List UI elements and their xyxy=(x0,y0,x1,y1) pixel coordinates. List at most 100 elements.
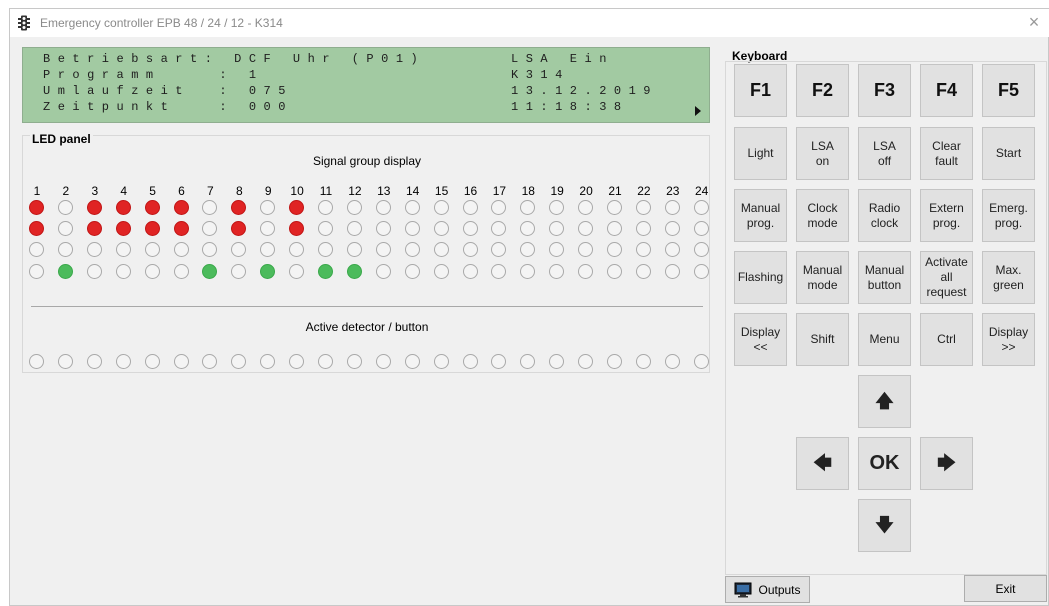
signal-led-off xyxy=(664,221,680,236)
lcd-row-left: Umlaufzeit : 075 xyxy=(43,84,293,98)
signal-led-red xyxy=(115,221,131,236)
signal-led-green xyxy=(260,264,276,279)
display-back-key[interactable]: Display << xyxy=(734,313,787,366)
lcd-row-right: 11:18:38 xyxy=(511,100,629,114)
close-icon[interactable]: × xyxy=(1022,11,1046,33)
exit-button[interactable]: Exit xyxy=(964,575,1047,602)
signal-led-red xyxy=(86,200,102,215)
flashing-key[interactable]: Flashing xyxy=(734,251,787,304)
signal-group-label: Signal group display xyxy=(312,154,422,168)
signal-led-row xyxy=(23,242,711,258)
signal-led-off xyxy=(520,242,536,257)
ctrl-key[interactable]: Ctrl xyxy=(920,313,973,366)
signal-led-off xyxy=(375,264,391,279)
activate-all-request-key[interactable]: Activate all request xyxy=(920,251,973,304)
signal-group-number: 15 xyxy=(434,184,449,198)
signal-led-off xyxy=(318,242,333,257)
detector-led xyxy=(607,354,622,369)
start-key[interactable]: Start xyxy=(982,127,1035,180)
signal-group-number: 17 xyxy=(492,184,507,198)
arrow-down-button[interactable]: 🡇 xyxy=(858,499,911,552)
f1-key[interactable]: F1 xyxy=(734,64,787,117)
detector-led xyxy=(202,354,218,369)
lcd-row-left: Zeitpunkt : 000 xyxy=(43,100,293,114)
radio-clock-key[interactable]: Radio clock xyxy=(858,189,911,242)
signal-group-number: 12 xyxy=(348,184,362,198)
arrow-up-button[interactable]: 🡅 xyxy=(858,375,911,428)
signal-led-off xyxy=(520,264,536,279)
manual-prog-key[interactable]: Manual prog. xyxy=(734,189,787,242)
menu-key[interactable]: Menu xyxy=(858,313,911,366)
signal-led-off xyxy=(549,264,565,279)
extern-prog-key[interactable]: Extern prog. xyxy=(920,189,973,242)
lsa-off-key[interactable]: LSA off xyxy=(858,127,911,180)
emerg-prog-key[interactable]: Emerg. prog. xyxy=(982,189,1035,242)
signal-led-off xyxy=(433,221,449,236)
main-window: Emergency controller EPB 48 / 24 / 12 - … xyxy=(9,8,1049,606)
outputs-button[interactable]: Outputs xyxy=(725,576,810,603)
signal-led-off xyxy=(491,242,507,257)
signal-led-row xyxy=(23,200,711,216)
max-green-key[interactable]: Max. green xyxy=(982,251,1035,304)
signal-led-red xyxy=(86,221,102,236)
signal-led-off xyxy=(57,242,73,257)
window-title: Emergency controller EPB 48 / 24 / 12 - … xyxy=(40,16,283,30)
signal-led-off xyxy=(260,200,276,215)
signal-group-number: 24 xyxy=(695,184,709,198)
signal-led-off xyxy=(693,221,709,236)
detector-label: Active detector / button xyxy=(305,320,429,334)
signal-led-off xyxy=(578,221,594,236)
signal-led-off xyxy=(404,200,420,215)
signal-led-off xyxy=(173,264,189,279)
signal-led-green xyxy=(318,264,333,279)
signal-group-number: 4 xyxy=(120,184,128,198)
ok-button[interactable]: OK xyxy=(858,437,911,490)
display-forward-key[interactable]: Display >> xyxy=(982,313,1035,366)
arrow-left-button[interactable]: 🡄 xyxy=(796,437,849,490)
signal-group-number: 23 xyxy=(666,184,680,198)
lcd-row: Betriebsart: DCF Uhr (P01) LSA Ein xyxy=(23,52,711,66)
detector-led xyxy=(635,354,651,369)
f4-key[interactable]: F4 xyxy=(920,64,973,117)
f2-key[interactable]: F2 xyxy=(796,64,849,117)
clock-mode-key[interactable]: Clock mode xyxy=(796,189,849,242)
signal-led-off xyxy=(462,221,478,236)
led-panel: LED panel Signal group display 123456789… xyxy=(22,132,711,373)
signal-led-red xyxy=(231,221,247,236)
signal-led-off xyxy=(462,200,478,215)
arrow-right-button[interactable]: 🡆 xyxy=(920,437,973,490)
lcd-row-right: 13.12.2019 xyxy=(511,84,659,98)
f5-key[interactable]: F5 xyxy=(982,64,1035,117)
signal-group-number: 9 xyxy=(264,184,272,198)
light-key[interactable]: Light xyxy=(734,127,787,180)
detector-led xyxy=(462,354,478,369)
signal-led-off xyxy=(318,221,333,236)
signal-group-number: 13 xyxy=(377,184,391,198)
monitor-icon xyxy=(734,582,752,597)
signal-led-off xyxy=(520,200,536,215)
detector-led xyxy=(318,354,333,369)
detector-led xyxy=(693,354,709,369)
lsa-on-key[interactable]: LSA on xyxy=(796,127,849,180)
manual-mode-key[interactable]: Manual mode xyxy=(796,251,849,304)
signal-led-off xyxy=(404,242,420,257)
manual-button-key[interactable]: Manual button xyxy=(858,251,911,304)
signal-group-number: 22 xyxy=(637,184,651,198)
lcd-row: Programm : 1 K314 xyxy=(23,68,711,82)
lcd-row-right: K314 xyxy=(511,68,570,82)
clear-fault-key[interactable]: Clear fault xyxy=(920,127,973,180)
detector-led xyxy=(144,354,160,369)
signal-led-off xyxy=(144,242,160,257)
signal-led-green xyxy=(346,264,362,279)
title-bar: Emergency controller EPB 48 / 24 / 12 - … xyxy=(10,9,1049,37)
signal-led-off xyxy=(346,242,362,257)
detector-led xyxy=(404,354,420,369)
signal-led-off xyxy=(231,242,247,257)
shift-key[interactable]: Shift xyxy=(796,313,849,366)
signal-led-off xyxy=(86,242,102,257)
signal-led-off xyxy=(375,242,391,257)
signal-led-off xyxy=(549,200,565,215)
f3-key[interactable]: F3 xyxy=(858,64,911,117)
signal-led-off xyxy=(635,242,651,257)
signal-led-off xyxy=(404,264,420,279)
